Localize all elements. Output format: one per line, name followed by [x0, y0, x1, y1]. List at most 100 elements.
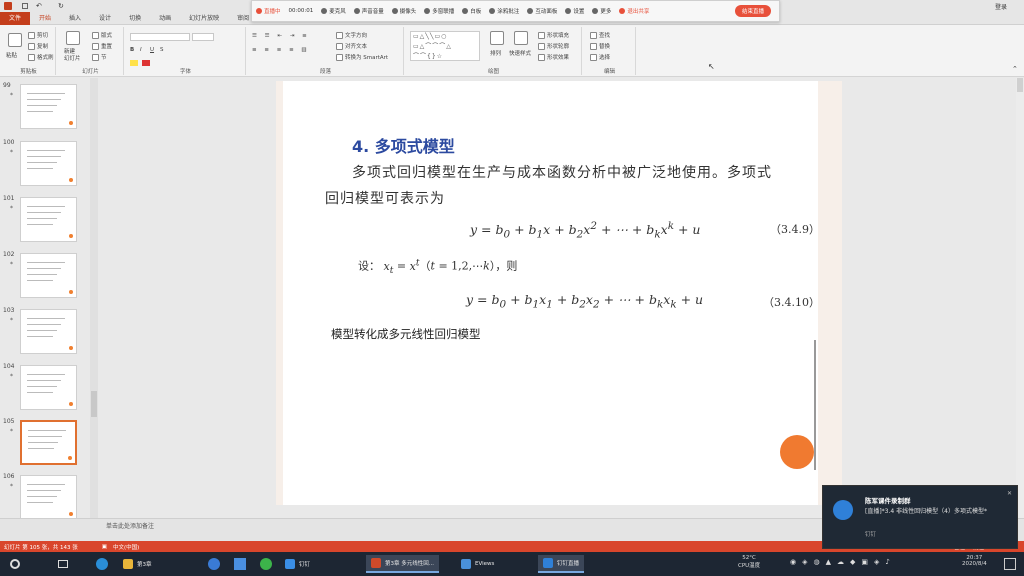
- start-icon[interactable]: [10, 559, 20, 569]
- save-icon[interactable]: [22, 3, 28, 9]
- thumbnail-text-line: [28, 448, 54, 449]
- reset-button[interactable]: 重置: [92, 42, 112, 50]
- undo-icon[interactable]: ↶: [36, 2, 42, 10]
- slide-thumbnail[interactable]: [20, 84, 77, 129]
- slide-thumbnail[interactable]: [20, 197, 77, 242]
- arrange-button[interactable]: 排列: [490, 49, 501, 57]
- editor-scrollbar-thumb[interactable]: [1017, 78, 1023, 92]
- settings-button[interactable]: 设置: [565, 7, 584, 15]
- floating-orange-button[interactable]: [780, 435, 814, 469]
- edge-icon[interactable]: [96, 558, 108, 570]
- tray-icons[interactable]: ◉◈◍▲☁◆▣◈♪: [790, 558, 896, 566]
- select-button[interactable]: 选择: [590, 53, 610, 61]
- quick-styles-button[interactable]: 快速样式: [509, 49, 531, 57]
- font-name-field[interactable]: [130, 33, 190, 41]
- sign-in-link[interactable]: 登录: [995, 2, 1007, 11]
- toast-app: 钉钉: [865, 532, 877, 538]
- taskbar-app-eviews[interactable]: EViews: [456, 555, 499, 573]
- font-color-icon[interactable]: [142, 60, 150, 66]
- thumbnail-scrollbar[interactable]: [90, 78, 98, 518]
- copy-button[interactable]: 复制: [28, 42, 48, 50]
- tab-transitions[interactable]: 切换: [120, 12, 150, 25]
- notification-toast[interactable]: 陈军课件录制群 [直播]*3.4 非线性回归模型（4）多项式模型* 钉钉 ✕: [822, 485, 1018, 549]
- align-buttons[interactable]: ≡ ≡ ≡ ≡ ▥: [252, 47, 310, 53]
- end-live-button[interactable]: 结束直播: [734, 5, 771, 17]
- underline-button[interactable]: U: [150, 47, 154, 53]
- redo-icon[interactable]: ↻: [58, 2, 64, 10]
- shadow-button[interactable]: S: [160, 47, 164, 53]
- editor-scrollbar[interactable]: [1016, 78, 1024, 518]
- select-label: 选择: [599, 55, 611, 61]
- task-view-icon[interactable]: [58, 560, 68, 568]
- collapse-ribbon-icon[interactable]: ⌃: [1012, 65, 1018, 73]
- tab-design[interactable]: 设计: [90, 12, 120, 25]
- browser-icon[interactable]: [208, 558, 220, 570]
- shape-effects-button[interactable]: 形状效果: [538, 53, 569, 61]
- layout-button[interactable]: 版式: [92, 31, 112, 39]
- camera-button[interactable]: 摄像头: [391, 7, 416, 15]
- slide-thumbnail[interactable]: [20, 309, 77, 354]
- text-direction-button[interactable]: 文字方向: [336, 31, 367, 39]
- tab-home[interactable]: 开始: [30, 12, 60, 25]
- taskbar-app-dingtalk[interactable]: 钉钉: [280, 555, 315, 573]
- notification-icon[interactable]: [1004, 558, 1016, 570]
- find-button[interactable]: 查找: [590, 31, 610, 39]
- app-icon[interactable]: [234, 558, 246, 570]
- replace-button[interactable]: 替换: [590, 42, 610, 50]
- highlight-icon[interactable]: [130, 60, 138, 66]
- multi-window-button[interactable]: 多窗联播: [424, 7, 454, 15]
- close-icon[interactable]: ✕: [1007, 490, 1012, 497]
- annotate-button[interactable]: 涂鸦批注: [489, 7, 519, 15]
- exit-share-button[interactable]: 退出共享: [619, 7, 649, 15]
- bold-button[interactable]: B: [130, 47, 134, 53]
- new-slide-icon[interactable]: [66, 31, 80, 45]
- taskbar-app-powerpoint[interactable]: 第3章 多元线性回...: [366, 555, 439, 573]
- slide-thumbnail[interactable]: [20, 253, 77, 298]
- list-buttons[interactable]: ☰ ☰ ⇤ ⇥ ≡: [252, 33, 310, 39]
- shapes-gallery[interactable]: ▭△╲╲▭○ ▭△⌒⌒⌒△ ⌒⌒{}☆: [410, 31, 480, 61]
- new-slide-button[interactable]: 新建 幻灯片: [64, 49, 81, 63]
- chat-app-icon[interactable]: [260, 558, 272, 570]
- whiteboard-button[interactable]: 白板: [462, 7, 481, 15]
- mic-button[interactable]: 麦克风: [321, 7, 346, 15]
- slide-thumbnail[interactable]: [20, 420, 77, 465]
- clock[interactable]: 20:37 2020/8/4: [962, 555, 987, 567]
- thumbnail-text-line: [27, 93, 65, 94]
- paste-button[interactable]: 粘贴: [6, 51, 17, 59]
- app-logo-icon: [4, 2, 12, 10]
- tab-animations[interactable]: 动画: [150, 12, 180, 25]
- align-text-button[interactable]: 对齐文本: [336, 42, 367, 50]
- spellcheck-icon[interactable]: ▣: [102, 544, 107, 550]
- smartart-button[interactable]: 转换为 SmartArt: [336, 53, 388, 61]
- tab-file[interactable]: 文件: [0, 11, 31, 25]
- cut-button[interactable]: 剪切: [28, 31, 48, 39]
- notes-placeholder[interactable]: 单击此处添加备注: [106, 521, 154, 530]
- format-painter-button[interactable]: 格式刷: [28, 53, 54, 61]
- substitution-line: 设： xt = xt（t = 1,2,⋯k），则: [358, 257, 518, 276]
- taskbar-app-dingtalk-live[interactable]: 钉钉直播: [538, 555, 585, 573]
- pen-icon: [489, 8, 496, 14]
- section-button[interactable]: 节: [92, 53, 107, 61]
- font-size-field[interactable]: [192, 33, 214, 41]
- scrollbar-thumb[interactable]: [91, 391, 97, 417]
- language-label[interactable]: 中文(中国): [113, 543, 139, 551]
- italic-button[interactable]: I: [140, 47, 142, 53]
- shape-outline-button[interactable]: 形状轮廓: [538, 42, 569, 50]
- volume-button[interactable]: 声音音量: [353, 7, 384, 15]
- shape-fill-button[interactable]: 形状填充: [538, 31, 569, 39]
- taskbar-app-folder[interactable]: 第3章: [118, 555, 157, 573]
- slide-thumbnail[interactable]: [20, 475, 77, 518]
- interact-button[interactable]: 互动面板: [527, 7, 557, 15]
- tab-slideshow[interactable]: 幻灯片放映: [180, 12, 228, 25]
- more-button[interactable]: 更多: [592, 7, 611, 15]
- slide-thumbnail[interactable]: [20, 141, 77, 186]
- slide-thumbnail[interactable]: [20, 365, 77, 410]
- tab-insert[interactable]: 插入: [60, 12, 90, 25]
- arrange-icon[interactable]: [490, 31, 504, 45]
- thumbnail-number: 99: [3, 82, 11, 89]
- thumbnail-orange-dot: [69, 346, 73, 350]
- thumbnail-text-line: [27, 156, 61, 157]
- paste-icon[interactable]: [8, 33, 22, 47]
- thumbnail-text-line: [27, 162, 57, 163]
- quick-styles-icon[interactable]: [514, 31, 528, 45]
